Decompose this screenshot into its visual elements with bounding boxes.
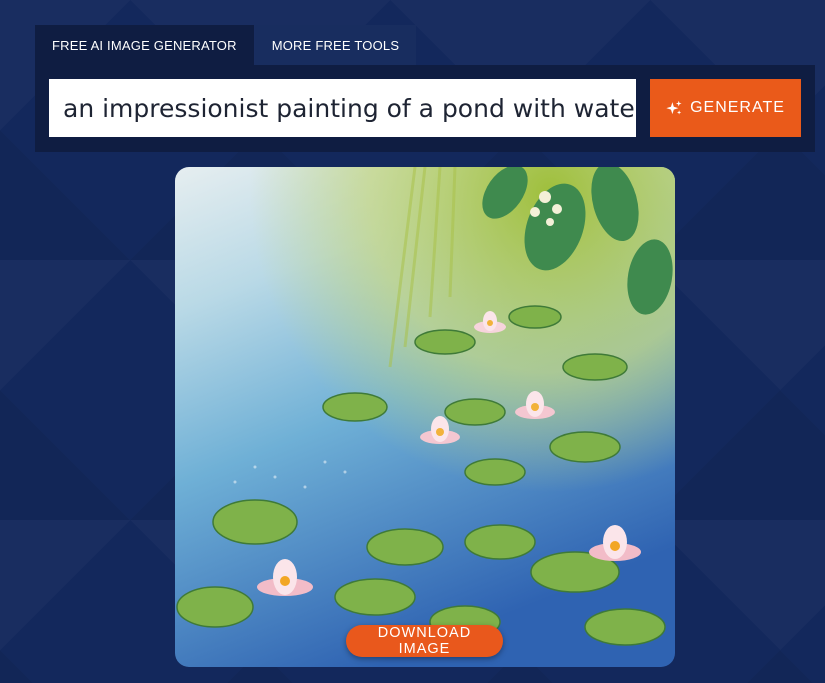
generate-button[interactable]: GENERATE bbox=[650, 79, 801, 137]
download-image-button[interactable]: DOWNLOAD IMAGE bbox=[346, 625, 503, 657]
tab-more-free-tools[interactable]: MORE FREE TOOLS bbox=[254, 25, 417, 65]
generator-panel: an impressionist painting of a pond with… bbox=[35, 65, 815, 152]
tab-free-ai-image-generator[interactable]: FREE AI IMAGE GENERATOR bbox=[35, 25, 254, 65]
generate-label: GENERATE bbox=[690, 99, 785, 116]
generated-image: DOWNLOAD IMAGE bbox=[175, 167, 675, 667]
prompt-input[interactable]: an impressionist painting of a pond with… bbox=[49, 79, 636, 137]
sparkle-icon bbox=[666, 100, 682, 115]
tab-bar: FREE AI IMAGE GENERATOR MORE FREE TOOLS bbox=[35, 25, 417, 65]
